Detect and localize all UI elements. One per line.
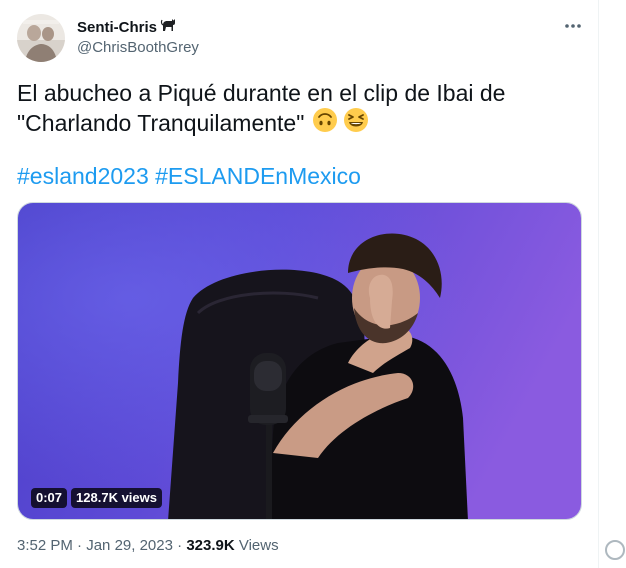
cat-emoji-icon xyxy=(160,16,177,38)
ellipsis-icon xyxy=(565,24,581,28)
display-name[interactable]: Senti-Chris xyxy=(77,19,157,36)
more-options-button[interactable] xyxy=(562,16,584,36)
tweet-meta: 3:52 PM · Jan 29, 2023 · 323.9K Views xyxy=(17,537,279,554)
tweet-time[interactable]: 3:52 PM xyxy=(17,537,73,554)
author-block: Senti-Chris @ChrisBoothGrey xyxy=(77,17,199,57)
user-handle[interactable]: @ChrisBoothGrey xyxy=(77,39,199,56)
tweet-text-line-2-wrap: "Charlando Tranquilamente" xyxy=(17,107,587,139)
tweet-text: El abucheo a Piqué durante en el clip de… xyxy=(17,79,587,139)
tweet-text-line-2: "Charlando Tranquilamente" xyxy=(17,110,305,136)
hashtag-esland2023[interactable]: #esland2023 xyxy=(17,163,149,189)
tweet-date[interactable]: Jan 29, 2023 xyxy=(86,537,173,554)
view-count: 323.9K xyxy=(186,537,235,554)
avatar-image xyxy=(17,14,65,62)
tweet-card: Senti-Chris @ChrisBoothGrey El abucheo a… xyxy=(0,0,626,568)
name-row: Senti-Chris xyxy=(77,17,199,37)
video-views: 128.7K views xyxy=(71,488,162,508)
grinning-squinting-face-icon xyxy=(343,107,369,139)
video-player[interactable]: 0:07 128.7K views xyxy=(17,202,582,520)
hashtag-eslandenmexico[interactable]: #ESLANDEnMexico xyxy=(155,163,361,189)
meta-separator: · xyxy=(77,537,83,554)
video-thumbnail xyxy=(18,203,581,519)
corner-circle-icon xyxy=(605,540,625,560)
column-divider xyxy=(598,0,599,568)
upside-down-face-icon xyxy=(312,107,338,139)
video-badges: 0:07 128.7K views xyxy=(31,488,162,508)
views-label: Views xyxy=(238,537,279,554)
meta-separator: · xyxy=(177,537,183,554)
hashtags: #esland2023 #ESLANDEnMexico xyxy=(17,162,361,190)
video-duration: 0:07 xyxy=(31,488,68,508)
avatar[interactable] xyxy=(17,14,65,62)
tweet-text-line-1: El abucheo a Piqué durante en el clip de… xyxy=(17,80,506,106)
